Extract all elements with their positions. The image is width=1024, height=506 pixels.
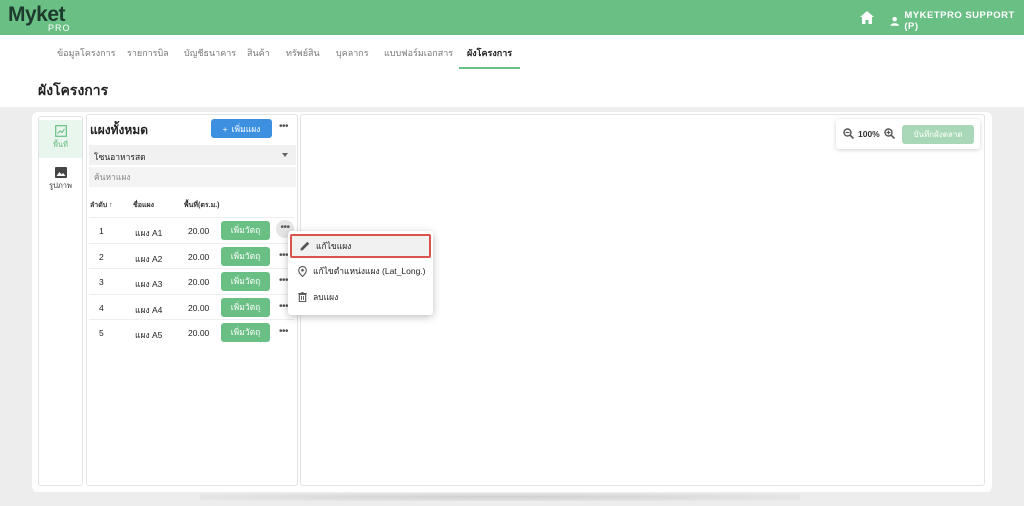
table-row: 4 แผง A4 20.00 เพิ่มวัตถุ ••• <box>89 294 294 319</box>
row-index: 5 <box>99 328 104 338</box>
row-area: 20.00 <box>188 252 210 262</box>
bottom-shadow <box>200 493 800 501</box>
column-header-index[interactable]: ลำดับ ↑ <box>90 200 113 211</box>
row-index: 4 <box>99 303 104 313</box>
row-name: แผง A2 <box>135 254 163 264</box>
row-more-icon[interactable]: ••• <box>279 326 289 337</box>
add-plot-button[interactable]: + เพิ่มแผง <box>211 119 272 138</box>
image-icon <box>54 167 67 178</box>
add-object-button[interactable]: เพิ่มวัตถุ <box>221 221 270 240</box>
side-tabs: พื้นที่ รูปภาพ <box>38 116 83 486</box>
user-menu[interactable]: MYKETPRO SUPPORT (P) <box>890 10 1024 32</box>
home-icon[interactable] <box>860 11 874 24</box>
nav-item-assets[interactable]: ทรัพย์สิน <box>286 46 320 60</box>
row-name: แผง A4 <box>135 305 163 315</box>
add-plot-label: เพิ่มแผง <box>231 123 261 134</box>
page-header: ผังโครงการ <box>0 69 1024 107</box>
column-header-name[interactable]: ชื่อแผง <box>133 200 154 211</box>
add-object-button[interactable]: เพิ่มวัตถุ <box>221 247 270 266</box>
row-name: แผง A3 <box>135 279 163 289</box>
plot-search-input[interactable] <box>89 167 296 187</box>
zoom-level: 100% <box>858 129 880 139</box>
menu-item-label: ลบแผง <box>313 292 339 302</box>
nav-item-document-forms[interactable]: แบบฟอร์มเอกสาร <box>384 46 453 60</box>
row-context-menu: แก้ไขแผง แก้ไขตำแหน่งแผง (Lat_Long.) ลบแ… <box>288 231 433 315</box>
save-layout-button[interactable]: บันทึกผังตลาด <box>902 125 974 144</box>
column-header-area[interactable]: พื้นที่(ตร.ม.) <box>184 200 220 211</box>
chevron-down-icon <box>282 153 288 157</box>
nav-item-bank-accounts[interactable]: บัญชีธนาคาร <box>184 46 236 60</box>
table-row: 2 แผง A2 20.00 เพิ่มวัตถุ ••• <box>89 243 294 268</box>
table-row: 3 แผง A3 20.00 เพิ่มวัตถุ ••• <box>89 268 294 293</box>
row-name: แผง A1 <box>135 228 163 238</box>
menu-item-edit-location[interactable]: แก้ไขตำแหน่งแผง (Lat_Long.) <box>288 259 433 283</box>
tab-area-label: พื้นที่ <box>52 140 68 149</box>
tab-images[interactable]: รูปภาพ <box>39 162 82 200</box>
panel-more-icon[interactable]: ••• <box>279 121 289 132</box>
zoom-out-icon[interactable] <box>843 128 854 139</box>
nav-item-products[interactable]: สินค้า <box>247 46 270 60</box>
zone-select-value: โซนอาหารสด <box>94 152 146 162</box>
panel-title: แผงทั้งหมด <box>90 123 149 137</box>
plus-icon: + <box>222 123 228 134</box>
zone-select[interactable]: โซนอาหารสด <box>89 145 296 165</box>
nav-item-project-info[interactable]: ข้อมูลโครงการ <box>57 46 115 60</box>
zoom-in-icon[interactable] <box>884 128 895 139</box>
sort-arrow-up-icon: ↑ <box>109 202 113 209</box>
row-more-icon[interactable]: ••• <box>279 275 289 286</box>
nav-item-staff[interactable]: บุคลากร <box>336 46 369 60</box>
tab-area[interactable]: พื้นที่ <box>39 120 82 158</box>
menu-item-delete-plot[interactable]: ลบแผง <box>288 285 433 309</box>
page-title: ผังโครงการ <box>38 82 109 98</box>
row-index: 3 <box>99 277 104 287</box>
add-object-button[interactable]: เพิ่มวัตถุ <box>221 323 270 342</box>
row-name: แผง A5 <box>135 330 163 340</box>
tab-images-label: รูปภาพ <box>49 181 72 190</box>
row-index: 1 <box>99 226 104 236</box>
row-area: 20.00 <box>188 328 210 338</box>
row-more-icon[interactable]: ••• <box>279 301 289 312</box>
pencil-icon <box>300 241 310 251</box>
app-logo-sub: PRO <box>48 23 71 33</box>
row-area: 20.00 <box>188 303 210 313</box>
top-bar: Myket PRO MYKETPRO SUPPORT (P) <box>0 0 1024 35</box>
add-object-button[interactable]: เพิ่มวัตถุ <box>221 298 270 317</box>
main-nav: ข้อมูลโครงการ รายการบิล บัญชีธนาคาร สินค… <box>0 35 1024 69</box>
user-name: MYKETPRO SUPPORT (P) <box>904 10 1015 32</box>
menu-item-label: แก้ไขตำแหน่งแผง (Lat_Long.) <box>313 266 426 276</box>
add-object-button[interactable]: เพิ่มวัตถุ <box>221 272 270 291</box>
location-pin-icon <box>298 265 307 277</box>
menu-item-edit-plot[interactable]: แก้ไขแผง <box>290 234 431 258</box>
menu-item-label: แก้ไขแผง <box>316 241 352 251</box>
nav-item-bills[interactable]: รายการบิล <box>127 46 169 60</box>
user-icon <box>890 16 899 26</box>
row-more-icon[interactable]: ••• <box>279 250 289 261</box>
row-area: 20.00 <box>188 277 210 287</box>
trash-icon <box>298 292 307 302</box>
row-index: 2 <box>99 252 104 262</box>
table-row: 5 แผง A5 20.00 เพิ่มวัตถุ ••• <box>89 319 294 344</box>
area-icon <box>54 125 67 137</box>
table-row: 1 แผง A1 20.00 เพิ่มวัตถุ ••• <box>89 217 294 242</box>
row-area: 20.00 <box>188 226 210 236</box>
nav-item-project-layout[interactable]: ผังโครงการ <box>467 46 512 60</box>
